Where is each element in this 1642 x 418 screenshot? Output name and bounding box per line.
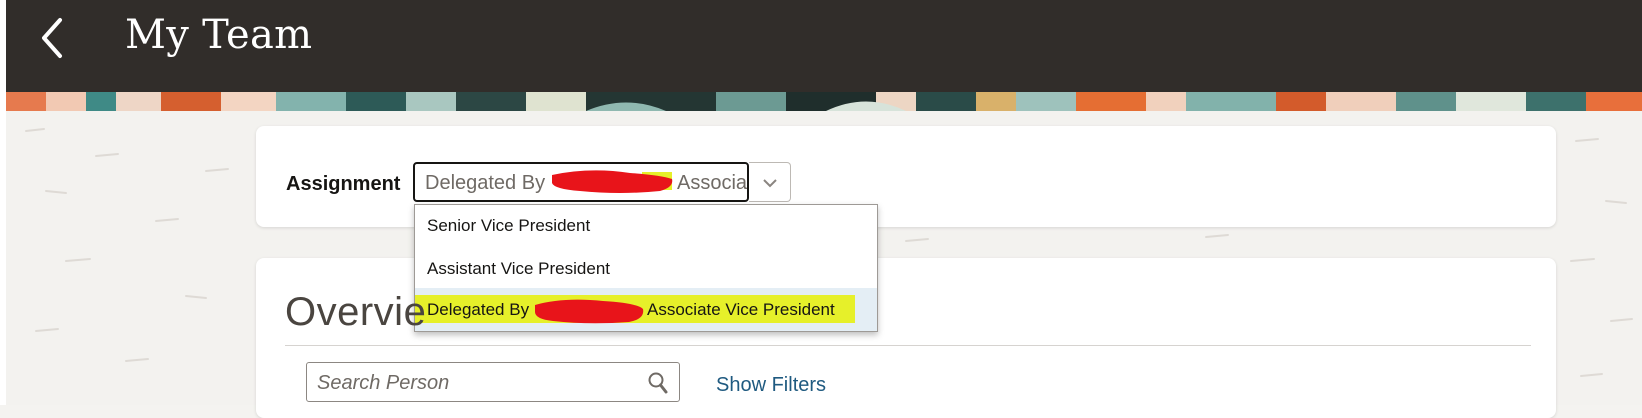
option-label: Assistant Vice President: [427, 259, 610, 278]
app-header: My Team: [6, 0, 1642, 92]
back-button[interactable]: [36, 14, 72, 62]
search-input[interactable]: [315, 369, 639, 397]
dropdown-option-senior-vp[interactable]: Senior Vice President: [415, 205, 877, 245]
search-icon[interactable]: [647, 371, 669, 395]
page-title: My Team: [125, 12, 313, 58]
decorative-banner: [6, 92, 1642, 111]
dropdown-option-assistant-vp[interactable]: Assistant Vice President: [415, 248, 877, 288]
option-label-prefix: Delegated By: [427, 300, 530, 319]
assignment-label: Assignment: [286, 173, 401, 195]
redaction-mark: [535, 299, 644, 324]
assignment-select[interactable]: Delegated By Associa: [413, 162, 749, 202]
overview-title: Overvie: [285, 290, 427, 334]
assignment-dropdown-list: Senior Vice President Assistant Vice Pre…: [414, 204, 878, 332]
option-label: Senior Vice President: [427, 216, 591, 235]
assignment-selected-suffix: Associa: [677, 172, 748, 194]
assignment-selected-prefix: Delegated By: [425, 172, 546, 194]
search-person-field[interactable]: [306, 362, 680, 402]
show-filters-link[interactable]: Show Filters: [716, 374, 826, 397]
option-label-suffix: Associate Vice President: [647, 300, 835, 319]
divider: [285, 345, 1531, 346]
chevron-down-icon: [763, 179, 777, 188]
assignment-dropdown-toggle[interactable]: [749, 162, 791, 202]
dropdown-option-delegated[interactable]: Delegated By Associate Vice President: [415, 288, 877, 331]
redaction-mark: [552, 170, 673, 193]
chevron-left-icon: [42, 18, 62, 58]
